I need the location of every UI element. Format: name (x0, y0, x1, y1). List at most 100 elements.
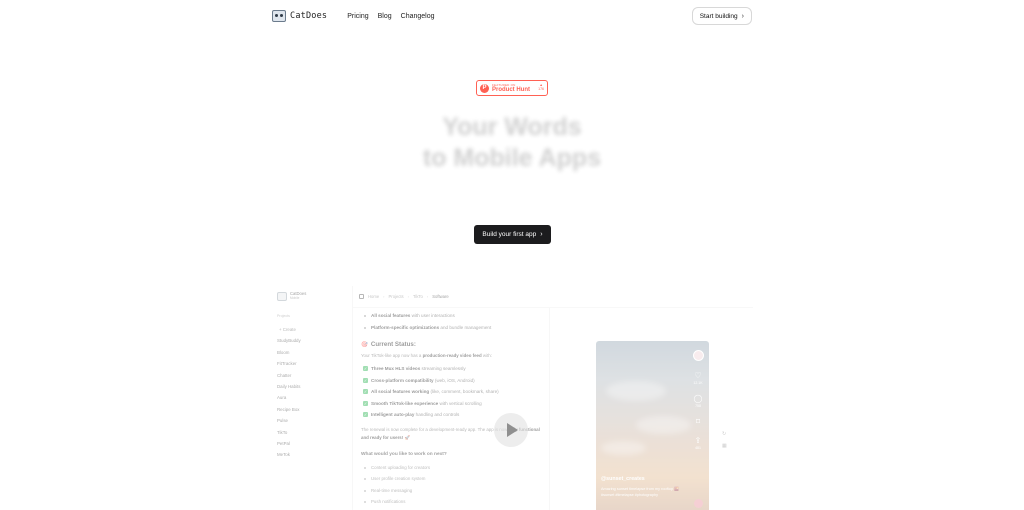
share-count: 481 (695, 446, 701, 450)
action-rail: ♡ 12.1K ◯ 758 ⌑ ⇪ 481 (691, 350, 705, 459)
chat-bullet-text: with user interactions (410, 313, 455, 318)
avatar[interactable] (692, 350, 704, 361)
app-preview: CatDoes Mobile Projects + Create StudyBu… (270, 286, 753, 510)
checklist-bold: Cross-platform compatibility (371, 377, 434, 383)
checklist-text: with vertical scrolling (438, 400, 482, 406)
product-hunt-badge[interactable]: P FEATURED ON Product Hunt ▲ 176 (476, 80, 548, 96)
headline-line-1: Your Words (442, 113, 582, 141)
chevron-right-icon: › (540, 231, 543, 238)
status-text-pre: Your TikTok-like app now has a (361, 353, 423, 358)
sidebar-item-project[interactable]: Chatter (277, 370, 301, 381)
start-building-label: Start building (699, 12, 738, 20)
breadcrumb-separator-icon: › (407, 294, 409, 299)
like-count: 12.1K (693, 381, 703, 385)
cat-logo-icon (277, 292, 287, 301)
chat-transcript: All social features with user interactio… (361, 310, 546, 508)
upvote-number: 176 (538, 87, 544, 91)
next-question: What would you like to work on next? (361, 451, 447, 457)
checklist-item: Three Mux HLS videos streaming seamlessl… (361, 363, 546, 375)
status-text-bold: production-ready video feed (422, 353, 482, 358)
sidebar-item-project[interactable]: FitTracker (277, 358, 301, 369)
start-building-button[interactable]: Start building › (691, 7, 752, 25)
product-hunt-icon: P (480, 83, 489, 93)
suggestion-option[interactable]: Content uploading for creators (361, 462, 546, 474)
breadcrumb-item[interactable]: Projects (389, 294, 404, 299)
checklist-bold: Smooth TikTok-like experience (371, 400, 439, 406)
preview-main: Home › Projects › TikTo › Software All s… (352, 286, 753, 510)
play-icon (507, 423, 518, 437)
build-first-app-button[interactable]: Build your first app › (474, 225, 551, 244)
sidebar-item-create[interactable]: + Create (277, 324, 301, 335)
product-hunt-text: FEATURED ON Product Hunt (492, 83, 530, 93)
chevron-right-icon: › (741, 12, 744, 20)
comment-count: 758 (695, 404, 701, 408)
qr-code-icon[interactable]: ▦ (722, 443, 727, 449)
suggestion-option[interactable]: Push notifications (361, 496, 546, 508)
target-icon: 🎯 (361, 341, 368, 348)
video-caption: Amazing sunset timelapse from my rooftop… (601, 487, 679, 497)
sidebar-item-project[interactable]: MeTok (277, 449, 301, 460)
brand-logo[interactable]: CatDoes (272, 10, 327, 22)
sidebar-brand-sub: Mobile (290, 296, 300, 301)
cloud-decoration (636, 416, 691, 434)
sidebar-item-project[interactable]: Pulse (277, 415, 301, 426)
hero-headline: Your Words to Mobile Apps (0, 112, 1024, 174)
summary-text-pre: The renewal is now complete for a develo… (361, 426, 509, 432)
chat-bullet-bold: All social features (371, 313, 411, 318)
cloud-decoration (601, 441, 646, 455)
sidebar-item-project[interactable]: TikTo (277, 427, 301, 438)
breadcrumb-separator-icon: › (426, 294, 429, 299)
status-heading-text: Current Status: (370, 341, 416, 348)
music-disc-icon[interactable] (694, 499, 703, 508)
sidebar-item-project[interactable]: StudyBuddy (277, 335, 301, 346)
sidebar-project-list: + Create StudyBuddy Bloom FitTracker Cha… (277, 324, 301, 461)
sidebar-item-project[interactable]: Recipe Box (277, 404, 301, 415)
status-paragraph: Your TikTok-like app now has a productio… (361, 352, 546, 360)
preview-tools: ↻ ▦ (722, 431, 727, 449)
checklist-item: All social features working (like, comme… (361, 386, 546, 398)
breadcrumb-item[interactable]: TikTo (413, 294, 423, 299)
brand-name: CatDoes (290, 11, 328, 21)
rocket-icon: 🚀 (404, 434, 410, 440)
cat-logo-icon (272, 10, 286, 22)
headline-line-2: to Mobile Apps (422, 144, 602, 172)
status-text-post: with: (481, 353, 492, 358)
checklist-bold: Three Mux HLS videos (371, 366, 421, 371)
sidebar-item-project[interactable]: Daily Habits (277, 381, 301, 392)
sidebar-brand: CatDoes Mobile (277, 292, 350, 301)
nav-link-blog[interactable]: Blog (378, 13, 392, 20)
nav-link-pricing[interactable]: Pricing (347, 13, 368, 20)
refresh-icon[interactable]: ↻ (722, 431, 727, 437)
play-video-button[interactable] (494, 413, 528, 447)
suggestion-option[interactable]: Real-time messaging (361, 485, 546, 497)
sidebar-item-project[interactable]: Bloom (277, 347, 301, 358)
build-first-app-label: Build your first app (482, 231, 537, 238)
sidebar-item-project[interactable]: PetPal (277, 438, 301, 449)
sidebar-heading: Projects (277, 314, 290, 318)
breadcrumb-current: Software (432, 294, 449, 299)
chat-bullet: All social features with user interactio… (361, 310, 546, 322)
chat-bullet: Platform-specific optimizations and bund… (361, 322, 546, 334)
preview-sidebar: CatDoes Mobile Projects + Create StudyBu… (270, 286, 350, 510)
bookmark-icon[interactable]: ⌑ (696, 417, 700, 426)
sidebar-brand-text: CatDoes Mobile (290, 292, 306, 300)
checklist-item: Cross-platform compatibility (web, iOS, … (361, 375, 546, 387)
sidebar-item-project[interactable]: Aura (277, 392, 301, 403)
checklist-bold: Intelligent auto-play (371, 412, 415, 417)
cloud-decoration (606, 381, 666, 401)
breadcrumb-item[interactable]: Home (368, 294, 379, 299)
video-username[interactable]: @sunset_creates (601, 476, 645, 482)
phone-preview: ♡ 12.1K ◯ 758 ⌑ ⇪ 481 @sunset_creates Am… (596, 341, 709, 510)
comment-icon[interactable]: ◯ (694, 394, 703, 403)
top-navigation: CatDoes Pricing Blog Changelog Start bui… (272, 6, 752, 26)
heart-icon[interactable]: ♡ (694, 371, 701, 380)
status-heading: 🎯 Current Status: (361, 341, 546, 348)
nav-link-changelog[interactable]: Changelog (401, 13, 435, 20)
breadcrumb-separator-icon: › (383, 294, 385, 299)
chat-bullet-text: and bundle management (439, 324, 492, 330)
suggestion-option[interactable]: User profile creation system (361, 473, 546, 485)
upvote-count: ▲ 176 (538, 83, 544, 92)
share-icon[interactable]: ⇪ (695, 436, 702, 445)
sidebar-toggle-icon[interactable] (359, 294, 364, 299)
panel-divider[interactable] (549, 308, 550, 510)
